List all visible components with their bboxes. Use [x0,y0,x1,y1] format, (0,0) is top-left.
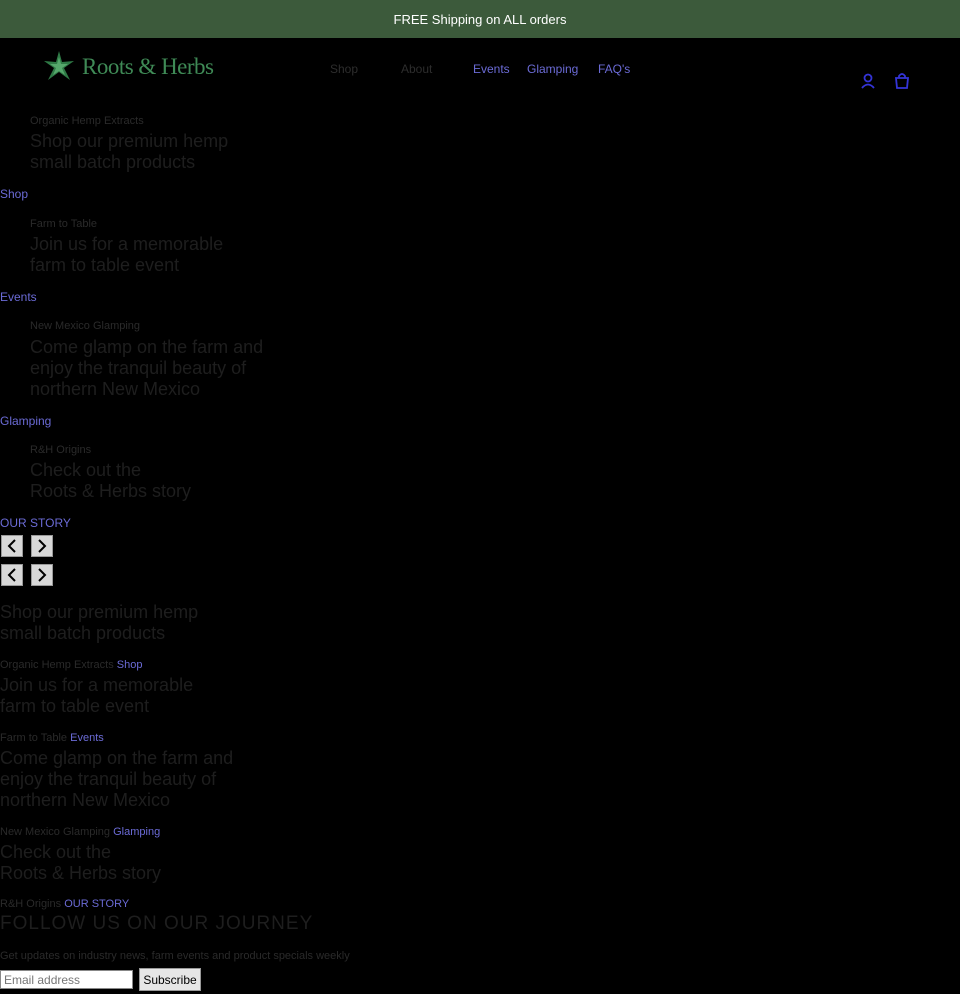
slide-heading: Join us for a memorable farm to table ev… [0,675,194,716]
slide-caption-row: Farm to Table Events [0,732,104,744]
slide-subtitle: Organic Hemp Extracts [0,659,114,671]
subscribe-button[interactable]: Subscribe [139,968,201,991]
nav-about[interactable]: About [401,62,432,76]
slide-heading: Come glamp on the farm and enjoy the tra… [0,748,234,810]
slide-heading: Join us for a memorable farm to table ev… [30,234,224,275]
chevron-left-icon [7,539,16,553]
slide-subtitle: New Mexico Glamping [0,826,111,838]
nav-glamping[interactable]: Glamping [527,62,578,76]
slide-link-shop[interactable]: Shop [0,187,28,201]
slide-caption-row: New Mexico Glamping Glamping [0,826,160,838]
slide-subtitle: Organic Hemp Extracts [30,115,144,127]
slide-subtitle: Farm to Table [30,218,98,230]
slide-prev-button[interactable] [1,564,23,586]
slide-heading: Shop our premium hemp small batch produc… [30,131,229,172]
slide-subtitle: R&H Origins [30,444,92,456]
chevron-left-icon [7,568,16,582]
slide-link-events[interactable]: Events [70,732,104,744]
slide-subtitle: New Mexico Glamping [30,320,141,332]
logo-text: Roots & Herbs [82,54,214,79]
slide-subtitle: R&H Origins [0,898,62,910]
slide-link-events[interactable]: Events [0,290,37,304]
nav-shop[interactable]: Shop [330,62,358,76]
newsletter-text: Get updates on industry news, farm event… [0,950,350,962]
slide-link-glamping[interactable]: Glamping [113,826,160,838]
chevron-right-icon [38,568,47,582]
slide-link-shop[interactable]: Shop [117,659,143,671]
slide-subtitle: Farm to Table [0,732,68,744]
slide-link-glamping[interactable]: Glamping [0,414,51,428]
slide-heading: Check out the Roots & Herbs story [30,460,192,501]
slide-caption-row: Organic Hemp Extracts Shop [0,659,142,671]
slide-heading: Shop our premium hemp small batch produc… [0,602,199,643]
leaf-star-icon [44,51,74,80]
cart-icon[interactable] [893,72,911,90]
chevron-right-icon [38,539,47,553]
slide-caption-row: R&H Origins OUR STORY [0,898,129,910]
account-icon[interactable] [859,72,877,90]
slide-link-our-story[interactable]: OUR STORY [64,898,129,910]
announcement-bar: FREE Shipping on ALL orders [0,0,960,38]
logo[interactable]: Roots & Herbs [42,50,214,84]
slide-next-button[interactable] [31,535,53,557]
slide-heading: Check out the Roots & Herbs story [0,842,162,883]
email-input[interactable] [0,970,133,989]
slide-prev-button[interactable] [1,535,23,557]
slide-heading: Come glamp on the farm and enjoy the tra… [30,337,264,399]
follow-title: FOLLOW US ON OUR JOURNEY [0,913,314,934]
announcement-text: FREE Shipping on ALL orders [393,11,567,27]
nav-faqs[interactable]: FAQ's [598,62,630,76]
slide-next-button[interactable] [31,564,53,586]
slide-link-our-story[interactable]: OUR STORY [0,516,71,530]
nav-events[interactable]: Events [473,62,510,76]
